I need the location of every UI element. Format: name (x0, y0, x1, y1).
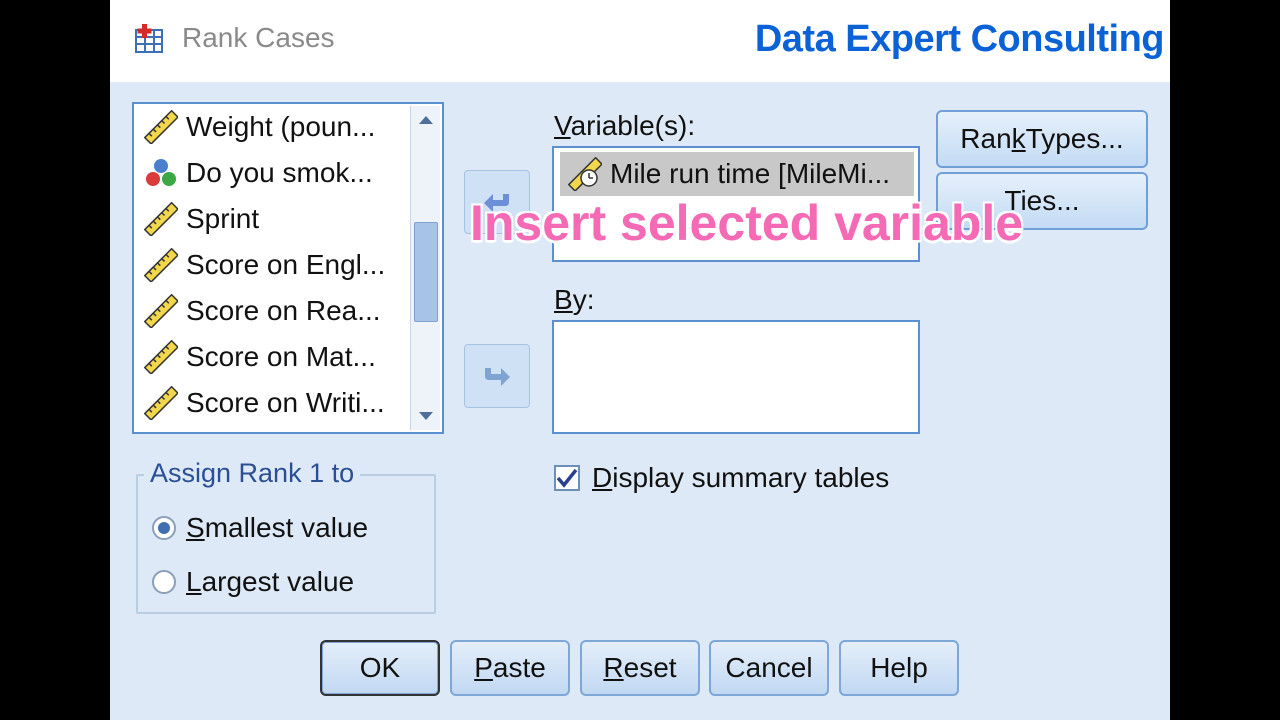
radio-button[interactable] (152, 516, 176, 540)
list-item-label: Score on Engl... (186, 249, 386, 280)
rank-types-text-a: Ran (960, 123, 1012, 154)
rank-cases-dialog: Rank Cases Data Expert Consulting Weight… (110, 0, 1170, 720)
variables-label-mnemonic: V (554, 110, 571, 141)
display-summary-checkbox[interactable] (554, 465, 580, 491)
vertical-scrollbar[interactable] (410, 106, 440, 430)
scroll-down-arrow[interactable] (411, 402, 441, 430)
move-by-button[interactable] (464, 344, 530, 408)
radio-button[interactable] (152, 570, 176, 594)
radio-text: argest value (201, 566, 355, 597)
source-variable-list[interactable]: Weight (poun... Do you smok... Sprint Sc… (132, 102, 444, 434)
list-item[interactable]: Mile run time [MileMi... (560, 152, 914, 196)
rank-types-text-b: Types... (1025, 123, 1124, 154)
list-item-label: Score on Mat... (186, 341, 376, 372)
list-item[interactable]: Sprint (134, 196, 410, 242)
scroll-thumb[interactable] (414, 222, 438, 322)
radio-mnemonic: L (186, 566, 202, 597)
paste-button[interactable]: Paste (450, 640, 570, 696)
rank-types-mnemonic: k (1011, 123, 1026, 154)
radio-label: Smallest value (186, 512, 368, 544)
list-item-label: Do you smok... (186, 157, 373, 188)
list-item[interactable]: Score on Engl... (134, 242, 410, 288)
by-label: By: (554, 284, 594, 316)
chevron-down-icon (419, 412, 433, 420)
paste-text: aste (492, 652, 546, 683)
list-item[interactable]: Do you smok... (134, 150, 410, 196)
radio-smallest-value[interactable]: Smallest value (152, 512, 368, 544)
list-item-label: Score on Rea... (186, 295, 381, 326)
by-label-mnemonic: B (554, 284, 573, 315)
display-summary-checkbox-row[interactable]: Display summary tables (554, 462, 889, 494)
list-item-label: Weight (poun... (186, 111, 376, 142)
cancel-button[interactable]: Cancel (709, 640, 829, 696)
scale-clock-icon (568, 157, 602, 191)
display-summary-label: Display summary tables (592, 462, 889, 494)
list-item[interactable]: Score on Writi... (134, 380, 410, 426)
scroll-up-arrow[interactable] (411, 106, 441, 134)
variables-label: Variable(s): (554, 110, 695, 142)
chevron-up-icon (419, 116, 433, 124)
list-item[interactable]: Weight (poun... (134, 104, 410, 150)
radio-mnemonic: S (186, 512, 205, 543)
brand-overlay: Data Expert Consulting (754, 18, 1165, 60)
rank-types-button[interactable]: Ran k Types... (936, 110, 1148, 168)
list-item-label: Mile run time [MileMi... (610, 158, 891, 189)
rank-cases-icon (135, 24, 163, 53)
reset-mnemonic: R (603, 652, 624, 683)
list-item-label: Score on Writi... (186, 387, 385, 418)
display-summary-mnemonic: D (592, 462, 613, 493)
overlay-caption: Insert selected variable (470, 195, 1024, 251)
reset-button[interactable]: Reset (580, 640, 700, 696)
help-button[interactable]: Help (839, 640, 959, 696)
ok-label: OK (359, 652, 401, 683)
variables-label-text: ariable(s): (570, 110, 696, 141)
scale-ruler-icon (144, 202, 178, 236)
list-item[interactable]: Score on Rea... (134, 288, 410, 334)
list-item-label: Sprint (186, 203, 260, 234)
scale-ruler-icon (144, 248, 178, 282)
scale-ruler-icon (144, 110, 178, 144)
title-bar: Rank Cases Data Expert Consulting (110, 0, 1170, 82)
list-item[interactable]: Score on Mat... (134, 334, 410, 380)
ok-button[interactable]: OK (320, 640, 440, 696)
arrow-right-icon (485, 368, 510, 386)
assign-rank-legend: Assign Rank 1 to (144, 458, 361, 489)
display-summary-text: isplay summary tables (612, 462, 890, 493)
nominal-balls-icon (146, 159, 176, 186)
cancel-label: Cancel (725, 652, 813, 683)
scale-ruler-icon (144, 386, 178, 420)
paste-mnemonic: P (474, 652, 493, 683)
checkmark-icon (556, 468, 578, 488)
radio-selected-dot (158, 522, 170, 534)
radio-label: Largest value (186, 566, 354, 598)
window-title: Rank Cases (182, 22, 335, 53)
scale-ruler-icon (144, 340, 178, 374)
reset-text: eset (623, 652, 677, 683)
scale-ruler-icon (144, 294, 178, 328)
by-target-list[interactable] (552, 320, 920, 434)
help-label: Help (870, 652, 928, 683)
radio-largest-value[interactable]: Largest value (152, 566, 354, 598)
by-label-text: y: (572, 284, 595, 315)
radio-text: mallest value (204, 512, 369, 543)
